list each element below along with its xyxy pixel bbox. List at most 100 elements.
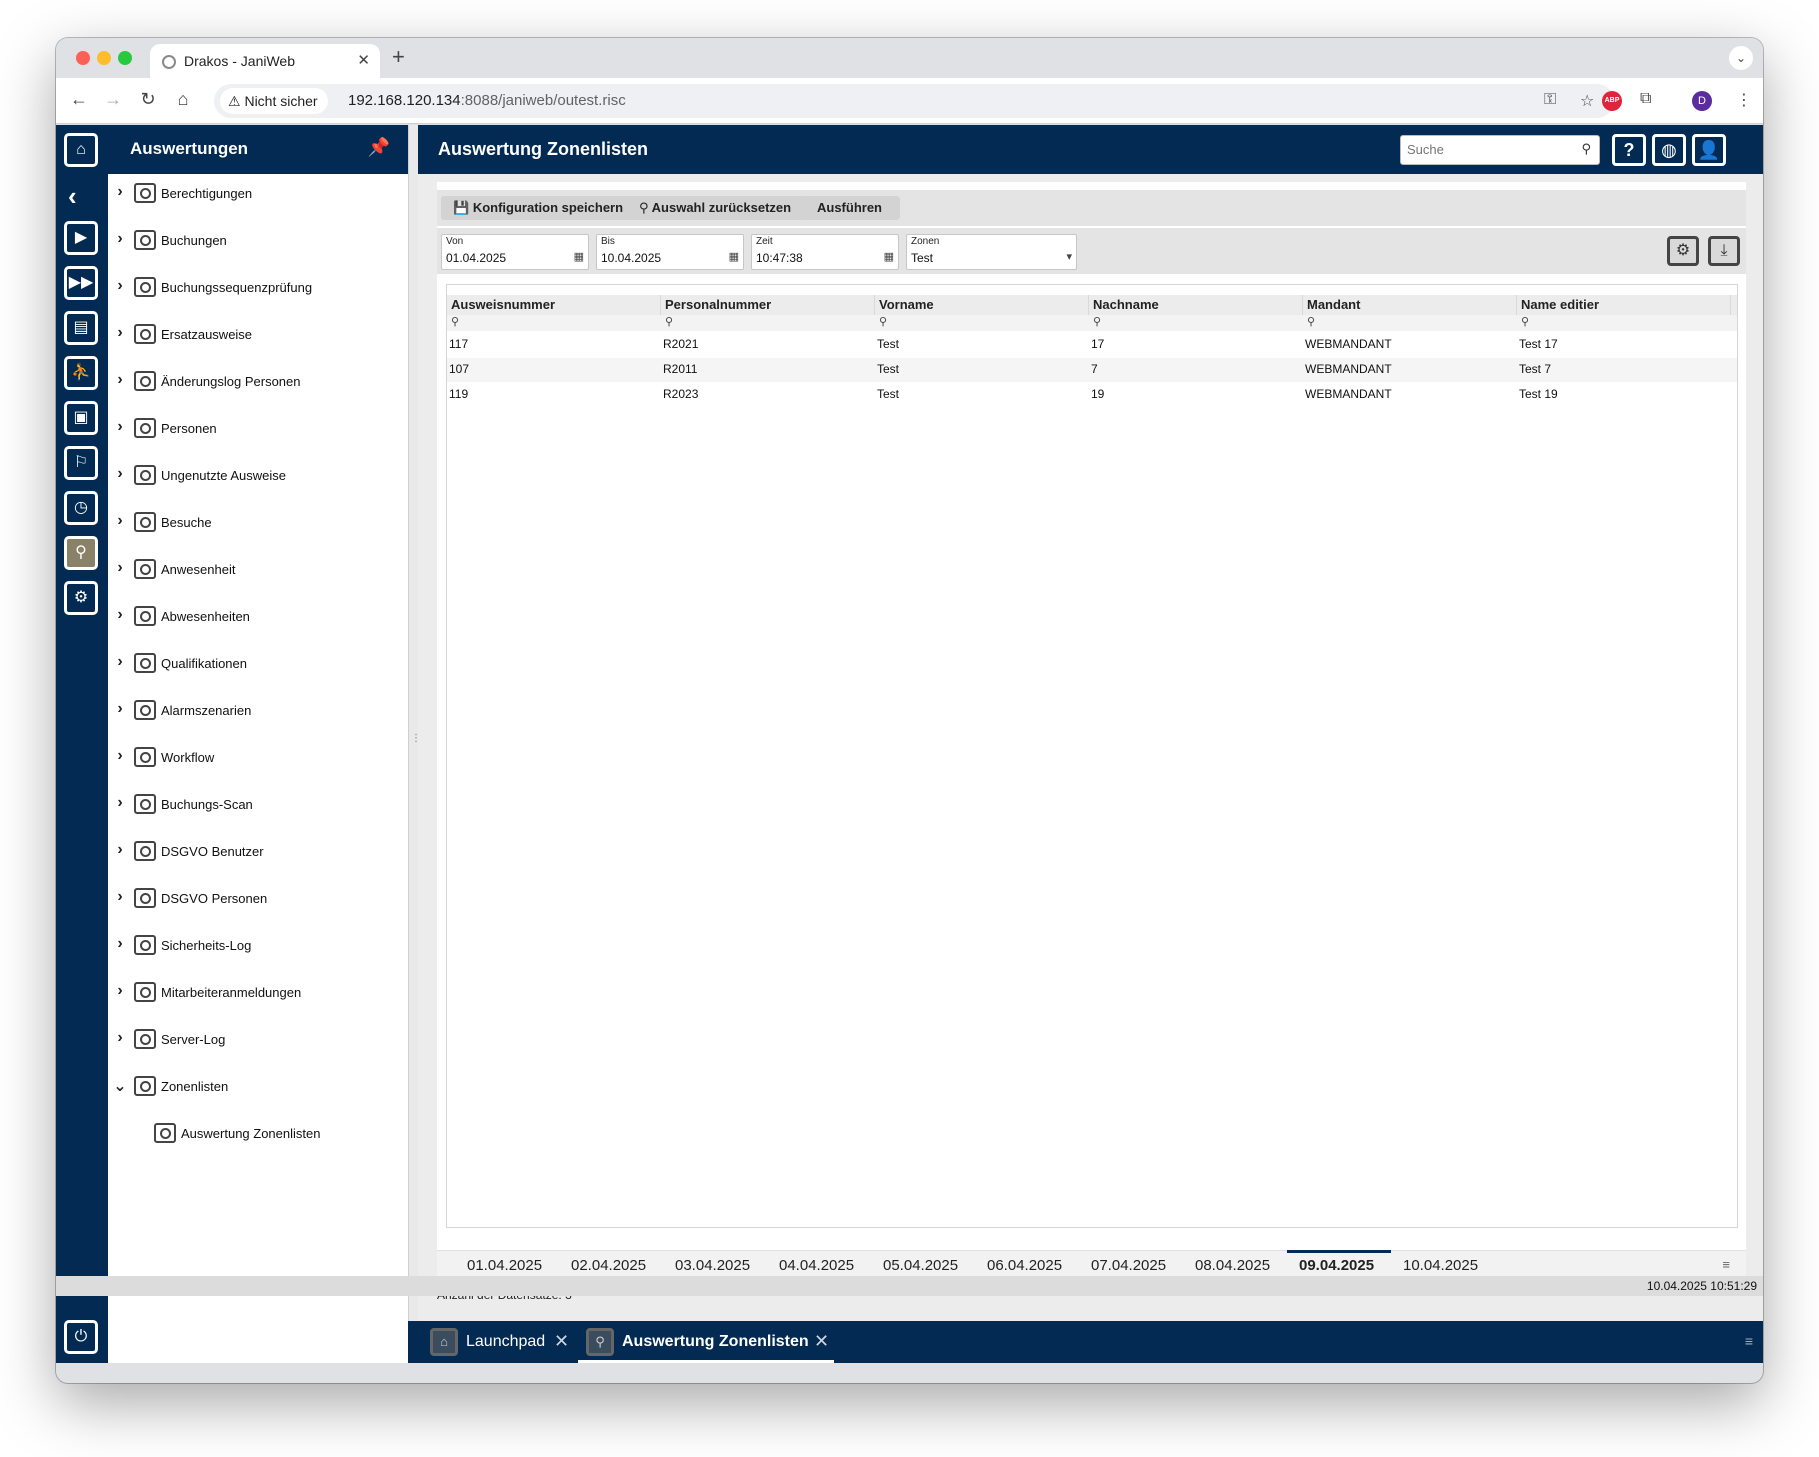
table-row[interactable]: 107 R2011 Test 7 WEBMANDANT Test 7 bbox=[447, 358, 1737, 382]
sidebar-item[interactable]: › Sicherheits-Log bbox=[108, 933, 408, 963]
dropdown-caret-icon[interactable]: ▾ bbox=[1066, 250, 1072, 263]
sidebar-item[interactable]: › Besuche bbox=[108, 510, 408, 540]
date-tab[interactable]: 09.04.2025 bbox=[1299, 1257, 1374, 1274]
not-secure-chip[interactable]: ⚠ Nicht sicher bbox=[220, 88, 328, 114]
close-tab-icon[interactable]: ✕ bbox=[554, 1331, 569, 1352]
settings-gear-button[interactable]: ⚙ bbox=[1667, 236, 1699, 266]
chat-support-icon[interactable]: ◍ bbox=[1652, 134, 1686, 166]
chevron-right-icon[interactable]: › bbox=[112, 606, 128, 624]
bottom-tab-auswertung[interactable]: ⚲ Auswertung Zonenlisten ✕ bbox=[586, 1321, 829, 1363]
column-filter-icon[interactable]: ⚲ bbox=[1303, 315, 1315, 328]
search-nav-icon[interactable]: ⚲ bbox=[64, 536, 98, 570]
sidebar-item[interactable]: › Buchungssequenzprüfung bbox=[108, 275, 408, 305]
chevron-down-icon[interactable]: ⌄ bbox=[112, 1076, 128, 1096]
date-tab[interactable]: 10.04.2025 bbox=[1403, 1257, 1478, 1274]
bottom-tab-launchpad[interactable]: ⌂ Launchpad ✕ bbox=[430, 1321, 569, 1363]
sidebar-item[interactable]: › DSGVO Personen bbox=[108, 886, 408, 916]
chevron-right-icon[interactable]: › bbox=[112, 841, 128, 859]
table-row[interactable]: 117 R2021 Test 17 WEBMANDANT Test 17 bbox=[447, 333, 1737, 357]
column-header[interactable]: Vorname bbox=[875, 295, 1089, 315]
chevron-right-icon[interactable]: › bbox=[112, 559, 128, 577]
extensions-puzzle-icon[interactable]: ⧉ bbox=[1640, 90, 1651, 108]
close-tab-icon[interactable]: ✕ bbox=[357, 51, 370, 69]
column-header[interactable]: Nachname bbox=[1089, 295, 1303, 315]
chevron-right-icon[interactable]: › bbox=[112, 371, 128, 389]
search-input[interactable] bbox=[1407, 142, 1567, 157]
sidebar-item[interactable]: › Personen bbox=[108, 416, 408, 446]
monitor-nav-icon[interactable]: ▣ bbox=[64, 401, 98, 435]
chevron-right-icon[interactable]: › bbox=[112, 935, 128, 953]
save-config-button[interactable]: 💾 Konfiguration speichern bbox=[441, 196, 636, 220]
id-card-nav-icon[interactable]: ▤ bbox=[64, 311, 98, 345]
sidebar-item[interactable]: › Ersatzausweise bbox=[108, 322, 408, 352]
date-tab[interactable]: 04.04.2025 bbox=[779, 1257, 854, 1274]
time-field[interactable]: Zeit 10:47:38 ▦ bbox=[751, 234, 899, 270]
to-value[interactable]: 10.04.2025 bbox=[601, 251, 661, 265]
chevron-right-icon[interactable]: › bbox=[112, 653, 128, 671]
home-icon[interactable]: ⌂ bbox=[172, 89, 194, 110]
export-download-button[interactable]: ⤓ bbox=[1708, 236, 1740, 266]
from-date-field[interactable]: Von 01.04.2025 ▦ bbox=[441, 234, 589, 270]
sidebar-subitem[interactable]: Auswertung Zonenlisten bbox=[108, 1121, 408, 1151]
global-search[interactable]: ⚲ bbox=[1400, 135, 1600, 165]
chevron-right-icon[interactable]: › bbox=[112, 512, 128, 530]
sidebar-splitter[interactable]: ⋮ bbox=[408, 125, 421, 1363]
chevron-right-icon[interactable]: › bbox=[112, 794, 128, 812]
sidebar-item[interactable]: › Buchungs-Scan bbox=[108, 792, 408, 822]
home-nav-icon[interactable]: ⌂ bbox=[64, 133, 98, 167]
fast-forward-nav-icon[interactable]: ▶▶ bbox=[64, 266, 98, 300]
calendar-icon[interactable]: ▦ bbox=[884, 250, 894, 263]
calendar-icon[interactable]: ▦ bbox=[729, 250, 739, 263]
calendar-icon[interactable]: ▦ bbox=[574, 250, 584, 263]
date-tab[interactable]: 03.04.2025 bbox=[675, 1257, 750, 1274]
column-filter-icon[interactable]: ⚲ bbox=[661, 315, 673, 328]
chevron-right-icon[interactable]: › bbox=[112, 183, 128, 201]
column-filter-icon[interactable]: ⚲ bbox=[447, 315, 459, 328]
minimize-window-button[interactable] bbox=[97, 51, 111, 65]
sidebar-item[interactable]: › Berechtigungen bbox=[108, 181, 408, 211]
chevron-right-icon[interactable]: › bbox=[112, 230, 128, 248]
chevron-right-icon[interactable]: › bbox=[112, 982, 128, 1000]
user-profile-icon[interactable]: 👤 bbox=[1692, 134, 1726, 166]
table-row[interactable]: 119 R2023 Test 19 WEBMANDANT Test 19 bbox=[447, 383, 1737, 407]
address-bar[interactable]: ⚠ Nicht sicher 192.168.120.134:8088/jani… bbox=[214, 84, 1614, 118]
sidebar-item[interactable]: › Ungenutzte Ausweise bbox=[108, 463, 408, 493]
chevron-right-icon[interactable]: › bbox=[112, 700, 128, 718]
sidebar-item[interactable]: › Qualifikationen bbox=[108, 651, 408, 681]
forward-icon[interactable]: → bbox=[102, 89, 124, 110]
date-tabs-menu-icon[interactable]: ≡ bbox=[1722, 1257, 1730, 1272]
column-filter-icon[interactable]: ⚲ bbox=[1517, 315, 1529, 328]
to-date-field[interactable]: Bis 10.04.2025 ▦ bbox=[596, 234, 744, 270]
password-key-icon[interactable]: ⚿ bbox=[1544, 91, 1556, 109]
pin-icon[interactable]: 📌 bbox=[368, 137, 390, 158]
browser-menu-icon[interactable]: ⋮ bbox=[1736, 90, 1752, 110]
sidebar-item[interactable]: › Anwesenheit bbox=[108, 557, 408, 587]
collapse-back-icon[interactable]: ‹ bbox=[68, 181, 77, 212]
chevron-right-icon[interactable]: › bbox=[112, 277, 128, 295]
from-value[interactable]: 01.04.2025 bbox=[446, 251, 506, 265]
bookmark-star-icon[interactable]: ☆ bbox=[1580, 91, 1594, 111]
execute-button[interactable]: Ausführen bbox=[799, 196, 900, 220]
date-tab[interactable]: 02.04.2025 bbox=[571, 1257, 646, 1274]
emergency-exit-nav-icon[interactable]: ⚐ bbox=[64, 446, 98, 480]
chevron-right-icon[interactable]: › bbox=[112, 747, 128, 765]
sidebar-item[interactable]: › Änderungslog Personen bbox=[108, 369, 408, 399]
date-tab[interactable]: 08.04.2025 bbox=[1195, 1257, 1270, 1274]
sidebar-item[interactable]: › Alarmszenarien bbox=[108, 698, 408, 728]
reload-icon[interactable]: ↻ bbox=[137, 89, 159, 110]
settings-nav-icon[interactable]: ⚙ bbox=[64, 581, 98, 615]
date-tab[interactable]: 07.04.2025 bbox=[1091, 1257, 1166, 1274]
person-door-nav-icon[interactable]: ⛹ bbox=[64, 356, 98, 390]
column-header[interactable]: Mandant bbox=[1303, 295, 1517, 315]
chevron-right-icon[interactable]: › bbox=[112, 888, 128, 906]
clock-nav-icon[interactable]: ◷ bbox=[64, 491, 98, 525]
profile-avatar[interactable]: D bbox=[1692, 91, 1712, 111]
sidebar-item[interactable]: › Server-Log bbox=[108, 1027, 408, 1057]
close-window-button[interactable] bbox=[76, 51, 90, 65]
chevron-right-icon[interactable]: › bbox=[112, 465, 128, 483]
column-header[interactable]: Personalnummer bbox=[661, 295, 875, 315]
url-text[interactable]: 192.168.120.134:8088/janiweb/outest.risc bbox=[348, 92, 626, 109]
column-filter-icon[interactable]: ⚲ bbox=[1089, 315, 1101, 328]
column-header[interactable]: Name editier bbox=[1517, 295, 1731, 315]
sidebar-item[interactable]: › Workflow bbox=[108, 745, 408, 775]
